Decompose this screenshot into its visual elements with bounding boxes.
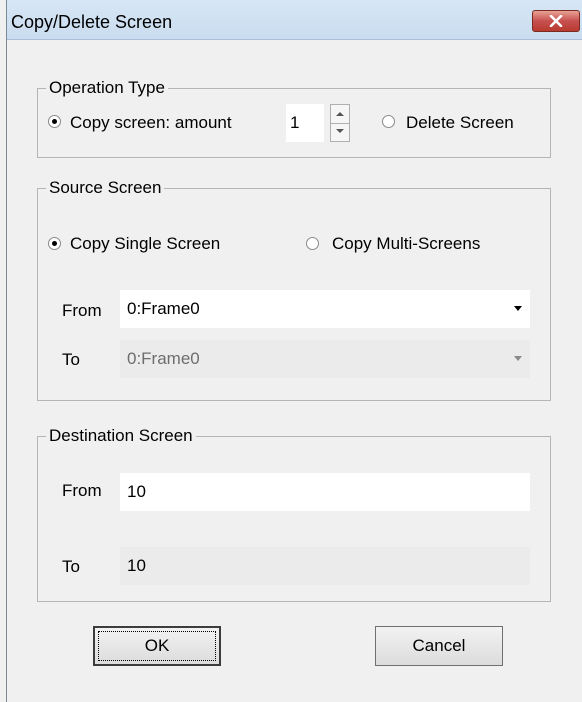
focus-rect (98, 631, 216, 661)
destination-screen-legend: Destination Screen (46, 426, 196, 446)
spin-up-icon[interactable] (331, 105, 349, 124)
destination-screen-group: Destination Screen From 10 To 10 (37, 426, 551, 602)
dest-to-label: To (62, 557, 80, 576)
operation-type-group: Operation Type Copy screen: amount 1 Del… (37, 78, 551, 158)
copy-single-label[interactable]: Copy Single Screen (70, 234, 220, 254)
source-to-label: To (62, 350, 80, 369)
copy-multi-label[interactable]: Copy Multi-Screens (332, 234, 480, 254)
dest-from-label: From (62, 481, 102, 500)
source-screen-group: Source Screen Copy Single Screen Copy Mu… (37, 178, 551, 401)
spin-down-icon[interactable] (331, 123, 349, 141)
title-bar: Copy/Delete Screen (7, 0, 582, 40)
cancel-button-label: Cancel (412, 636, 466, 655)
dest-to-input: 10 (120, 547, 530, 585)
delete-screen-label[interactable]: Delete Screen (406, 113, 514, 133)
chevron-down-icon[interactable] (514, 306, 522, 311)
source-to-select: 0:Frame0 (120, 340, 530, 378)
copy-screen-label[interactable]: Copy screen: amount (70, 113, 232, 133)
copy-screen-radio[interactable] (48, 115, 61, 128)
operation-type-legend: Operation Type (46, 78, 168, 98)
amount-input[interactable]: 1 (286, 104, 324, 142)
copy-single-radio[interactable] (48, 237, 61, 250)
dialog-window: Copy/Delete Screen Operation Type Copy s… (6, 0, 582, 702)
amount-spinner[interactable] (330, 104, 350, 142)
source-from-select[interactable]: 0:Frame0 (120, 290, 530, 328)
source-screen-legend: Source Screen (46, 178, 165, 198)
dest-from-input[interactable]: 10 (120, 473, 530, 511)
window-title: Copy/Delete Screen (11, 12, 173, 32)
close-icon (549, 15, 563, 27)
source-from-label: From (62, 301, 102, 320)
copy-multi-radio[interactable] (306, 237, 319, 250)
close-button[interactable] (532, 10, 580, 32)
chevron-down-icon (514, 356, 522, 361)
cancel-button[interactable]: Cancel (375, 626, 503, 666)
ok-button[interactable]: OK (93, 626, 221, 666)
delete-screen-radio[interactable] (382, 115, 395, 128)
